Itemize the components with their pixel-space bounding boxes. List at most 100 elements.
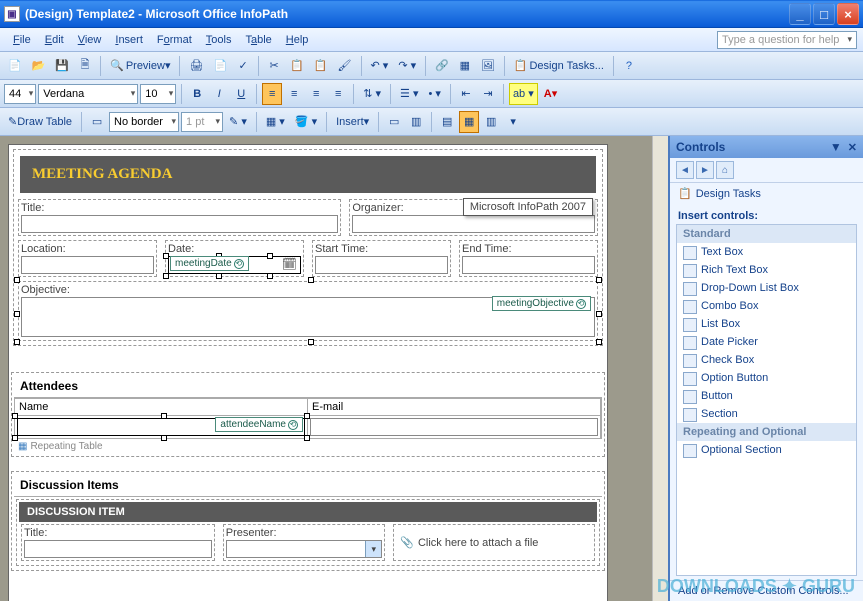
menu-file[interactable]: File [6, 31, 38, 49]
organizer-input[interactable] [352, 215, 595, 233]
help-button[interactable]: ? [619, 55, 639, 77]
location-input[interactable] [21, 256, 154, 274]
font-select[interactable]: Verdana [38, 84, 138, 104]
border-style-select[interactable]: No border [109, 112, 179, 132]
attendee-email-input[interactable] [310, 418, 598, 436]
title-label: Title: [21, 202, 338, 214]
style-select[interactable]: 44 [4, 84, 36, 104]
align-bottom-button[interactable]: ▥ [481, 111, 501, 133]
table-insert-button[interactable]: Insert ▾ [332, 111, 373, 133]
ctrl-option-button[interactable]: Option Button [677, 369, 856, 387]
discussion-title-input[interactable] [24, 540, 212, 558]
menu-edit[interactable]: Edit [38, 31, 71, 49]
save-button[interactable]: 💾 [51, 55, 73, 77]
nav-forward-button[interactable]: ► [696, 161, 714, 179]
align-middle-button[interactable]: ▦ [459, 111, 479, 133]
ctrl-date-picker[interactable]: Date Picker [677, 333, 856, 351]
menu-tools[interactable]: Tools [199, 31, 239, 49]
align-justify-button[interactable]: ≡ [328, 83, 348, 105]
ctrl-drop-down-list-box[interactable]: Drop-Down List Box [677, 279, 856, 297]
align-left-button[interactable]: ≡ [262, 83, 282, 105]
attendees-table-row[interactable]: attendeeName⟲ [14, 416, 602, 439]
calendar-icon[interactable]: 🗓 [282, 257, 297, 271]
attach-hint[interactable]: Click here to attach a file [418, 537, 538, 549]
format-painter-button[interactable]: 🖌 [334, 55, 356, 77]
line-spacing-button[interactable]: ⇅ ▾ [359, 83, 385, 105]
spellcheck-button[interactable]: ✓ [233, 55, 253, 77]
location-label: Location: [21, 243, 154, 255]
vertical-scrollbar[interactable] [652, 136, 668, 601]
copy-button[interactable]: 📋 [286, 55, 308, 77]
eraser-button[interactable]: ▭ [87, 111, 107, 133]
redo-button[interactable]: ↷ ▾ [394, 55, 420, 77]
col-email: E-mail [308, 399, 601, 415]
pen-color-button[interactable]: ✎ ▾ [225, 111, 251, 133]
ctrl-button[interactable]: Button [677, 387, 856, 405]
bold-button[interactable]: B [187, 83, 207, 105]
align-top-button[interactable]: ▤ [437, 111, 457, 133]
nav-back-button[interactable]: ◄ [676, 161, 694, 179]
title-input[interactable] [21, 215, 338, 233]
increase-indent-button[interactable]: ⇥ [478, 83, 498, 105]
end-time-input[interactable] [462, 256, 595, 274]
ctrl-check-box[interactable]: Check Box [677, 351, 856, 369]
underline-button[interactable]: U [231, 83, 251, 105]
ctrl-list-box[interactable]: List Box [677, 315, 856, 333]
shade-color-button[interactable]: 🪣 ▾ [291, 111, 321, 133]
italic-button[interactable]: I [209, 83, 229, 105]
ctrl-text-box[interactable]: Text Box [677, 243, 856, 261]
help-search-input[interactable]: Type a question for help ▾ [717, 31, 857, 49]
print-quick-button[interactable]: 🗎 [75, 55, 95, 77]
open-button[interactable]: 📂 [28, 55, 50, 77]
preview-button[interactable]: 🔍Preview ▾ [106, 55, 174, 77]
insert-table-button[interactable]: ▦ [455, 55, 475, 77]
maximize-button[interactable]: □ [813, 3, 835, 25]
insert-picture-button[interactable]: 🖼 [477, 55, 499, 77]
taskpane-close-button[interactable]: ✕ [848, 142, 857, 154]
merge-cells-button[interactable]: ▭ [384, 111, 404, 133]
add-remove-controls-link[interactable]: Add or Remove Custom Controls... [670, 580, 863, 601]
decrease-indent-button[interactable]: ⇤ [456, 83, 476, 105]
nav-home-button[interactable]: ⌂ [716, 161, 734, 179]
controls-list[interactable]: Standard Text Box Rich Text Box Drop-Dow… [676, 224, 857, 576]
print-button[interactable]: 🖨 [185, 55, 207, 77]
ctrl-section[interactable]: Section [677, 405, 856, 423]
close-button[interactable]: × [837, 3, 859, 25]
menu-insert[interactable]: Insert [108, 31, 150, 49]
design-tasks-link[interactable]: 📋 Design Tasks [670, 183, 863, 204]
new-button[interactable]: 📄 [4, 55, 26, 77]
presenter-select[interactable]: ▾ [226, 540, 382, 558]
ctrl-optional-section[interactable]: Optional Section [677, 441, 856, 459]
ctrl-rich-text-box[interactable]: Rich Text Box [677, 261, 856, 279]
bullet-list-button[interactable]: • ▾ [425, 83, 445, 105]
highlight-button[interactable]: ab ▾ [509, 83, 538, 105]
minimize-button[interactable]: _ [789, 3, 811, 25]
menu-format[interactable]: Format [150, 31, 199, 49]
borders-button[interactable]: ▦ ▾ [262, 111, 289, 133]
menu-view[interactable]: View [71, 31, 109, 49]
menu-table[interactable]: Table [238, 31, 278, 49]
cut-button[interactable]: ✂ [264, 55, 284, 77]
toolbar-options-button[interactable]: ▾ [503, 111, 523, 133]
paste-button[interactable]: 📋 [310, 55, 332, 77]
font-size-select[interactable]: 10 [140, 84, 176, 104]
attach-icon: 📎 [400, 536, 414, 549]
undo-button[interactable]: ↶ ▾ [367, 55, 393, 77]
design-canvas[interactable]: MEETING AGENDA Title: Organizer: Microso… [0, 136, 668, 601]
start-time-input[interactable] [315, 256, 448, 274]
binding-icon: ⟲ [576, 299, 586, 309]
menu-help[interactable]: Help [279, 31, 316, 49]
print-preview-button[interactable]: 📄 [209, 55, 231, 77]
design-tasks-button[interactable]: 📋Design Tasks... [510, 55, 608, 77]
draw-table-button[interactable]: ✎ Draw Table [4, 111, 76, 133]
border-width-select[interactable]: 1 pt [181, 112, 223, 132]
repeating-table-hint[interactable]: ▦ Repeating Table [14, 439, 602, 454]
font-color-button[interactable]: A ▾ [540, 83, 561, 105]
align-center-button[interactable]: ≡ [284, 83, 304, 105]
align-right-button[interactable]: ≡ [306, 83, 326, 105]
hyperlink-button[interactable]: 🔗 [431, 55, 453, 77]
ctrl-combo-box[interactable]: Combo Box [677, 297, 856, 315]
chevron-down-icon[interactable]: ▼ [830, 140, 842, 154]
split-cells-button[interactable]: ▥ [406, 111, 426, 133]
numbered-list-button[interactable]: ☰ ▾ [396, 83, 422, 105]
